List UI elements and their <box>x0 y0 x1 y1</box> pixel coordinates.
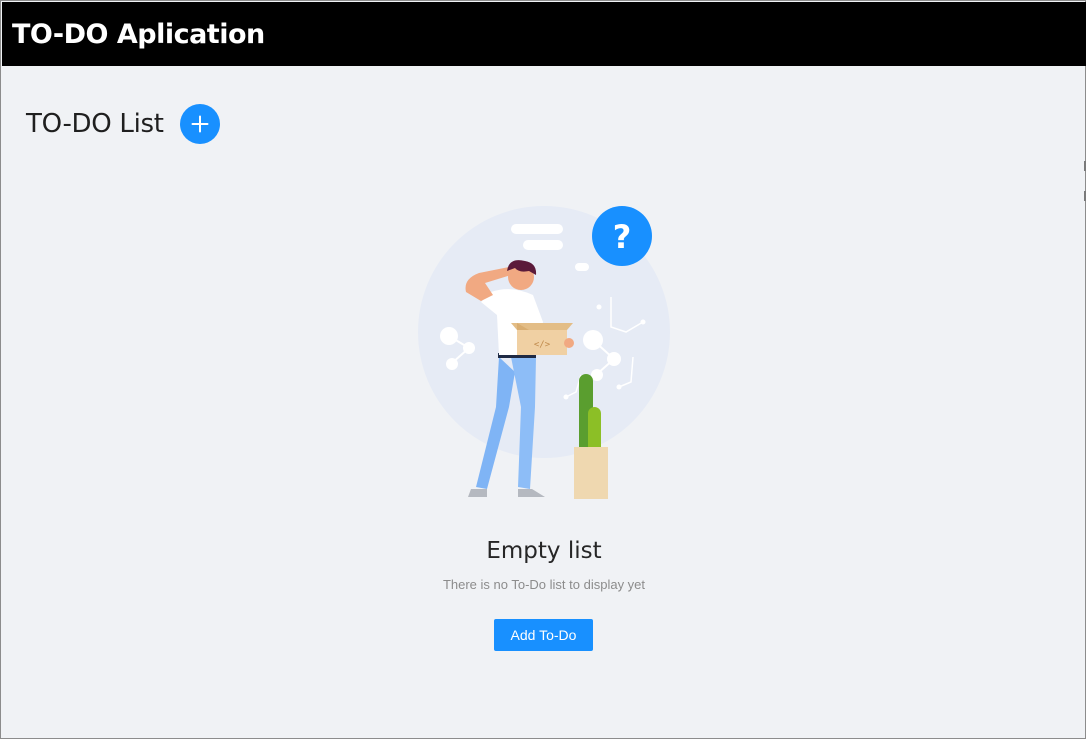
app-window: TO-DO Aplication TO-DO List ? </> Empty … <box>0 0 1086 739</box>
empty-list-title: Empty list <box>486 538 602 564</box>
empty-list-description: There is no To-Do list to display yet <box>442 577 646 592</box>
add-todo-icon-button[interactable] <box>179 104 220 144</box>
svg-text:?: ? <box>613 218 632 256</box>
add-todo-button[interactable]: Add To-Do <box>494 619 593 651</box>
app-title: TO-DO Aplication <box>12 18 265 50</box>
app-header: TO-DO Aplication <box>2 2 1086 66</box>
page-title: TO-DO List <box>26 109 164 139</box>
svg-text:</>: </> <box>534 340 551 350</box>
list-header: TO-DO List <box>26 104 220 144</box>
empty-list-illustration: ? </> <box>411 197 681 507</box>
confused-person-with-box-illustration: ? </> <box>418 206 670 499</box>
plus-icon <box>191 115 209 133</box>
